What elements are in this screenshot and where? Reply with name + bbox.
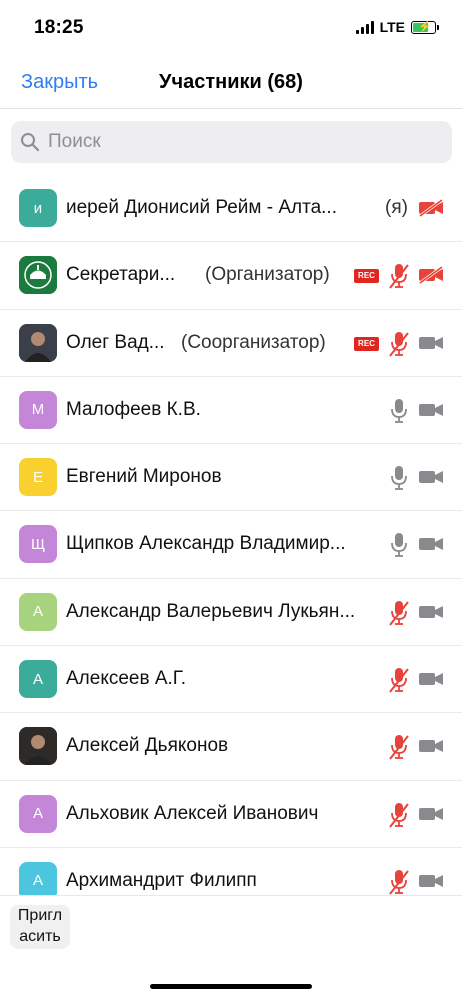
network-type: LTE — [379, 19, 405, 35]
video-icon[interactable] — [418, 737, 444, 755]
video-icon[interactable] — [418, 872, 444, 890]
status-bar: 18:25 LTE ⚡ — [0, 0, 462, 56]
participant-role: (Организатор) — [205, 264, 330, 286]
avatar: А — [19, 592, 57, 631]
mic-muted-icon[interactable] — [388, 733, 410, 761]
avatar: М — [19, 390, 57, 429]
participant-name: Алексей Дьяконов — [66, 735, 229, 757]
mic-muted-icon[interactable] — [388, 801, 410, 829]
home-indicator — [150, 984, 312, 989]
avatar — [19, 727, 57, 766]
mic-icon[interactable] — [388, 464, 410, 492]
participant-name: Щипков Александр Владимир... — [66, 533, 346, 555]
avatar: и — [19, 189, 57, 227]
participant-row[interactable]: Щ Щипков Александр Владимир... — [0, 511, 462, 579]
nav-bar: Закрыть Участники (68) — [0, 56, 462, 109]
recording-badge: REC — [354, 336, 379, 351]
participant-role: (я) — [385, 197, 408, 218]
participant-row[interactable]: А Архимандрит Филипп — [0, 848, 462, 895]
signal-icon — [355, 20, 374, 34]
participant-name: Евгений Миронов — [66, 466, 222, 488]
avatar: Е — [19, 458, 57, 497]
video-off-icon[interactable] — [418, 198, 444, 218]
user-photo-icon — [19, 323, 57, 362]
participant-row[interactable]: А Александр Валерьевич Лукьян... — [0, 579, 462, 647]
search-bar[interactable] — [11, 121, 452, 163]
participant-name: Архимандрит Филипп — [66, 869, 257, 891]
participant-name: Алексеев А.Г. — [66, 668, 187, 690]
mic-muted-icon[interactable] — [388, 262, 410, 290]
mic-muted-icon[interactable] — [388, 599, 410, 627]
search-input[interactable] — [46, 130, 430, 154]
mic-muted-icon[interactable] — [388, 330, 410, 358]
participant-row[interactable]: Олег Вад... (Соорганизатор) REC — [0, 310, 462, 377]
participant-name: Александр Валерьевич Лукьян... — [66, 600, 356, 622]
invite-label-line2: асить — [19, 928, 61, 945]
recording-badge: REC — [354, 269, 379, 284]
status-time: 18:25 — [34, 17, 84, 38]
avatar: Щ — [19, 525, 57, 564]
participant-name: Секретари... — [66, 264, 176, 286]
mic-icon[interactable] — [388, 397, 410, 425]
video-icon[interactable] — [418, 334, 444, 352]
mic-icon[interactable] — [388, 531, 410, 559]
search-icon — [21, 133, 40, 152]
avatar: А — [19, 861, 57, 895]
avatar — [19, 256, 57, 295]
invite-label-line1: Пригл — [17, 907, 63, 924]
bottom-bar: Пригл асить — [0, 895, 462, 1001]
participant-name: Альховик Алексей Иванович — [66, 802, 319, 824]
participant-name: иерей Дионисий Рейм - Алта... — [66, 197, 337, 218]
participant-name: Олег Вад... — [66, 331, 165, 353]
avatar — [19, 323, 57, 362]
avatar: А — [19, 660, 57, 699]
battery-icon: ⚡ — [411, 20, 439, 34]
participant-row[interactable]: А Алексеев А.Г. — [0, 646, 462, 714]
video-icon[interactable] — [418, 670, 444, 688]
mic-muted-icon[interactable] — [388, 868, 410, 895]
participant-row[interactable]: и иерей Дионисий Рейм - Алта... (я) — [0, 175, 462, 243]
video-icon[interactable] — [418, 401, 444, 419]
participant-row[interactable]: А Альховик Алексей Иванович — [0, 781, 462, 848]
page-title: Участники (68) — [159, 71, 303, 93]
invite-button[interactable]: Пригл асить — [10, 905, 70, 949]
status-indicators: LTE ⚡ — [355, 19, 439, 35]
participant-row[interactable]: Алексей Дьяконов — [0, 713, 462, 781]
participants-list[interactable]: и иерей Дионисий Рейм - Алта... (я) Секрета… — [0, 175, 462, 895]
mic-muted-icon[interactable] — [388, 666, 410, 694]
participant-name: Малофеев К.В. — [66, 398, 201, 420]
participant-role: (Соорганизатор) — [181, 331, 326, 353]
video-icon[interactable] — [418, 468, 444, 486]
video-off-icon[interactable] — [418, 266, 444, 285]
organization-logo-icon — [19, 256, 57, 295]
participant-row[interactable]: Секретари... (Организатор) REC — [0, 242, 462, 310]
video-icon[interactable] — [418, 603, 444, 621]
avatar: А — [19, 794, 57, 833]
video-icon[interactable] — [418, 535, 444, 553]
participant-row[interactable]: М Малофеев К.В. — [0, 377, 462, 445]
user-photo-icon — [19, 727, 57, 766]
participant-row[interactable]: Е Евгений Миронов — [0, 444, 462, 512]
video-icon[interactable] — [418, 805, 444, 823]
